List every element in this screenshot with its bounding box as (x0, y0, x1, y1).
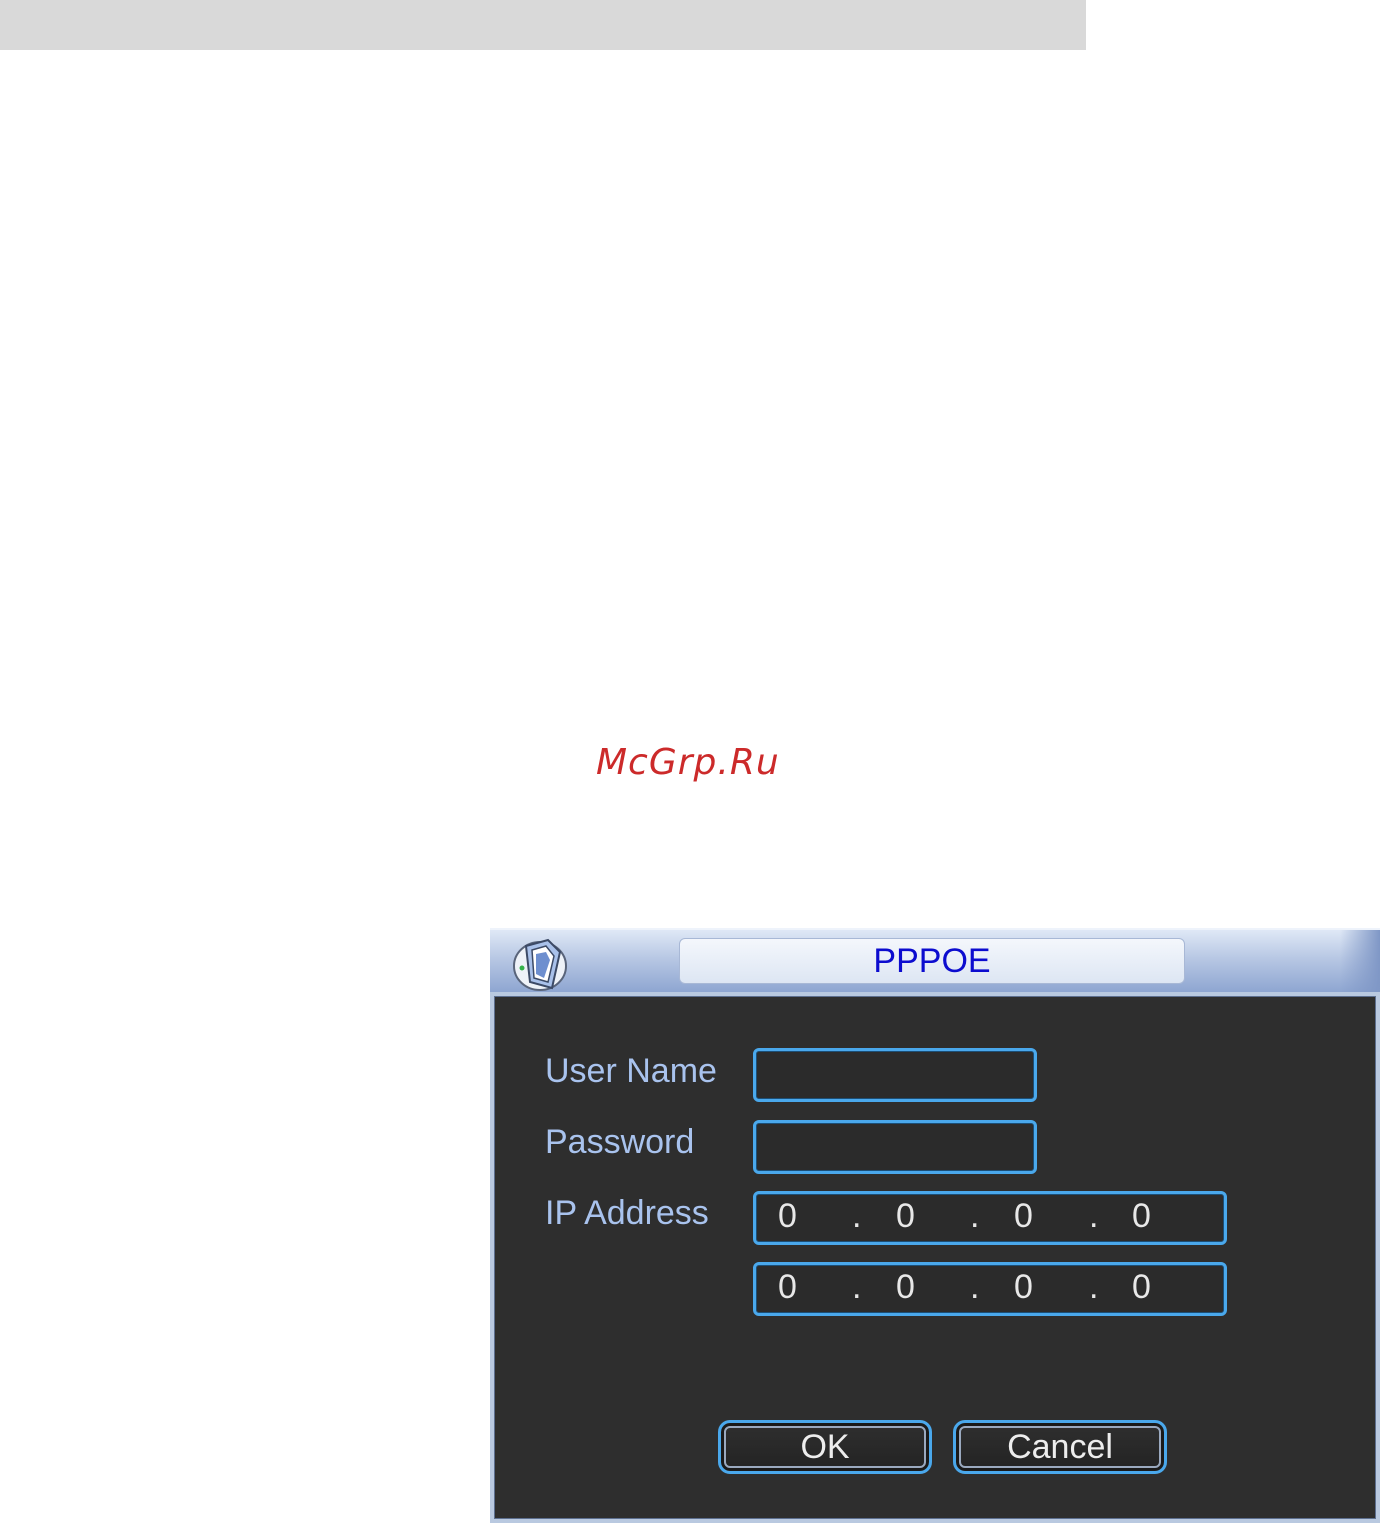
user-name-input[interactable] (753, 1048, 1037, 1102)
cancel-button-label: Cancel (1007, 1427, 1113, 1466)
password-input[interactable] (753, 1120, 1037, 1174)
secondary-ip-octet-3: 0 (1014, 1268, 1033, 1306)
ip-octet-1: 0 (778, 1197, 797, 1235)
ok-button[interactable]: OK (718, 1420, 932, 1474)
secondary-ip-octet-2: 0 (896, 1268, 915, 1306)
page: McGrp.Ru PPPOE User Name Password IP Add… (0, 0, 1380, 1523)
ip-octet-4: 0 (1132, 1197, 1151, 1235)
ok-button-label: OK (800, 1427, 850, 1466)
dialog-title: PPPOE (873, 941, 991, 980)
ip-octet-2: 0 (896, 1197, 915, 1235)
dialog-titlebar: PPPOE (490, 928, 1380, 992)
ip-dot-1: . (852, 1197, 862, 1235)
cancel-button[interactable]: Cancel (953, 1420, 1167, 1474)
secondary-ip-octet-1: 0 (778, 1268, 797, 1306)
ip-address-label: IP Address (545, 1194, 709, 1232)
secondary-ip-dot-1: . (852, 1268, 862, 1306)
dialog-title-pill: PPPOE (679, 938, 1185, 984)
network-cube-icon (513, 938, 567, 991)
ip-dot-3: . (1089, 1197, 1099, 1235)
password-label: Password (545, 1123, 695, 1161)
ip-dot-2: . (970, 1197, 980, 1235)
user-name-label: User Name (545, 1052, 717, 1090)
secondary-ip-dot-2: . (970, 1268, 980, 1306)
watermark: McGrp.Ru (596, 742, 780, 783)
secondary-ip-field[interactable]: 0 . 0 . 0 . 0 (753, 1262, 1227, 1316)
secondary-ip-dot-3: . (1089, 1268, 1099, 1306)
top-gray-bar (0, 0, 1086, 50)
dialog-body: User Name Password IP Address 0 . 0 . 0 … (490, 992, 1380, 1523)
ip-octet-3: 0 (1014, 1197, 1033, 1235)
ip-address-field[interactable]: 0 . 0 . 0 . 0 (753, 1191, 1227, 1245)
pppoe-dialog: PPPOE User Name Password IP Address 0 . … (490, 928, 1380, 1523)
secondary-ip-octet-4: 0 (1132, 1268, 1151, 1306)
